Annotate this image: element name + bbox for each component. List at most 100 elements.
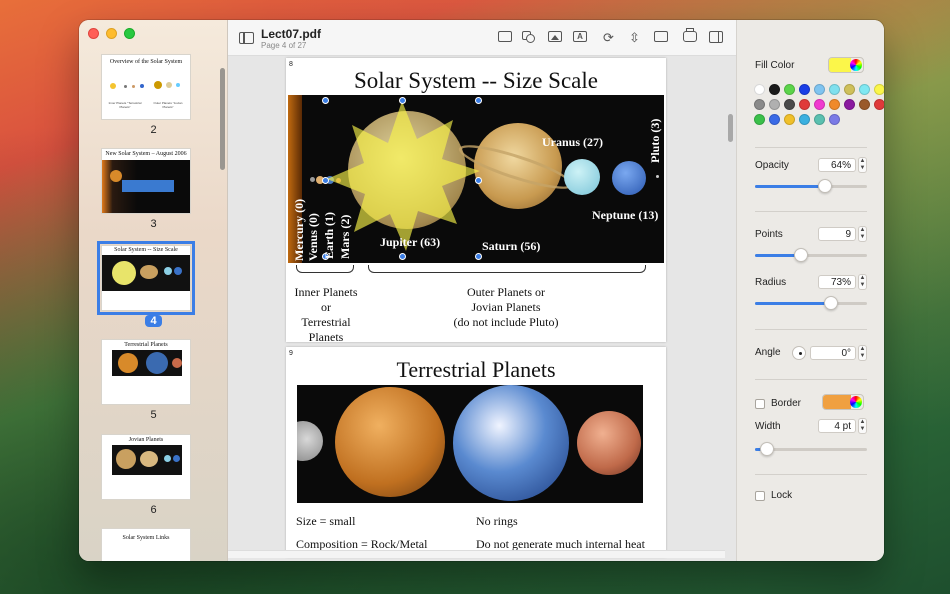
vertical-scrollbar[interactable] [728, 114, 733, 142]
radius-label: Radius [755, 277, 787, 288]
adjust-icon[interactable]: ⇳ [627, 31, 642, 44]
minimize-window-button[interactable] [106, 28, 117, 39]
gallery-icon[interactable] [654, 31, 668, 42]
color-swatch[interactable] [769, 99, 780, 110]
opacity-stepper[interactable]: ▲ ▼ [858, 157, 867, 173]
color-swatch[interactable] [859, 99, 870, 110]
shapes-icon[interactable] [521, 31, 536, 44]
selection-handle[interactable] [475, 177, 482, 184]
color-swatch[interactable] [844, 99, 855, 110]
thumbnail-number: 5 [150, 409, 157, 421]
color-swatch[interactable] [769, 114, 780, 125]
points-field[interactable]: 9 [818, 227, 856, 241]
thumbnail-title: Solar System Links [122, 535, 170, 541]
page-thumbnail-2[interactable]: Overview of the Solar System Inner Plane… [101, 54, 191, 120]
width-stepper[interactable]: ▲ ▼ [858, 418, 867, 434]
color-swatch[interactable] [784, 99, 795, 110]
divider [755, 329, 867, 330]
radius-stepper[interactable]: ▲ ▼ [858, 274, 867, 290]
page-number: 9 [289, 350, 293, 357]
color-swatch[interactable] [799, 99, 810, 110]
page-thumbnail-6[interactable]: Jovian Planets [101, 434, 191, 500]
divider [755, 211, 867, 212]
page-thumbnail-7[interactable]: Solar System Links [101, 528, 191, 561]
points-stepper[interactable]: ▲ ▼ [858, 226, 867, 242]
color-swatch[interactable] [859, 84, 870, 95]
document-canvas[interactable]: 8 Solar System -- Size Scale Uranus (27)… [228, 56, 736, 561]
color-swatch[interactable] [829, 84, 840, 95]
selection-handle[interactable] [399, 97, 406, 104]
slider-knob[interactable] [794, 248, 808, 262]
lock-checkbox[interactable] [755, 491, 765, 501]
page-thumbnail-4[interactable]: Solar System -- Size Scale [97, 241, 195, 315]
color-swatch[interactable] [769, 84, 780, 95]
thumbnail-title: Jovian Planets [128, 437, 164, 443]
angle-stepper[interactable]: ▲ ▼ [858, 345, 867, 361]
pdf-page-9[interactable]: 9 Terrestrial Planets Size = small No ri… [286, 347, 666, 557]
angle-field[interactable]: 0° [810, 346, 856, 360]
close-window-button[interactable] [88, 28, 99, 39]
color-swatch[interactable] [814, 84, 825, 95]
color-swatch[interactable] [784, 84, 795, 95]
color-swatch[interactable] [874, 84, 884, 95]
thumbnail-title: New Solar System – August 2006 [105, 151, 187, 157]
color-swatch[interactable] [829, 114, 840, 125]
sidebar-scrollbar[interactable] [220, 68, 225, 170]
sidebar-toggle-icon[interactable] [239, 32, 254, 44]
horizontal-scrollbar[interactable] [228, 550, 725, 558]
selection-handle[interactable] [322, 97, 329, 104]
color-swatch[interactable] [814, 114, 825, 125]
slider-knob[interactable] [818, 179, 832, 193]
outer-brace [368, 265, 646, 273]
page-thumbnail-3[interactable]: New Solar System – August 2006 [101, 148, 191, 214]
page-thumbnail-5[interactable]: Terrestrial Planets [101, 339, 191, 405]
print-icon[interactable] [683, 28, 697, 42]
border-color-well[interactable] [822, 394, 864, 410]
inspector-toggle-icon[interactable] [709, 31, 723, 43]
color-swatch[interactable] [754, 99, 765, 110]
earth-label: Earth (1) [322, 212, 336, 259]
row-1-left: Size = small [296, 514, 356, 528]
page-indicator: Page 4 of 27 [261, 41, 307, 50]
opacity-label: Opacity [755, 160, 789, 171]
color-swatch[interactable] [754, 84, 765, 95]
border-label: Border [771, 398, 802, 409]
selection-handle[interactable] [322, 177, 329, 184]
angle-dial[interactable] [792, 346, 806, 360]
slider-knob[interactable] [760, 442, 774, 456]
text-box-icon[interactable] [498, 31, 512, 42]
color-swatch[interactable] [814, 99, 825, 110]
points-slider[interactable] [755, 248, 867, 262]
slider-knob[interactable] [824, 296, 838, 310]
opacity-slider[interactable] [755, 179, 867, 193]
zoom-window-button[interactable] [124, 28, 135, 39]
slide-title: Terrestrial Planets [396, 357, 556, 382]
color-swatch[interactable] [784, 114, 795, 125]
opacity-field[interactable]: 64% [818, 158, 856, 172]
radius-slider[interactable] [755, 296, 867, 310]
selection-handle[interactable] [475, 97, 482, 104]
window-controls [88, 28, 135, 39]
color-swatch[interactable] [829, 99, 840, 110]
rotate-icon[interactable]: ⟳ [601, 31, 616, 44]
image-icon[interactable] [548, 31, 562, 42]
width-field[interactable]: 4 pt [818, 419, 856, 433]
selection-handle[interactable] [475, 253, 482, 260]
color-swatch[interactable] [874, 99, 884, 110]
width-slider[interactable] [755, 442, 867, 456]
color-swatch[interactable] [799, 84, 810, 95]
selection-handle[interactable] [399, 253, 406, 260]
mercury-label: Mercury (0) [292, 198, 306, 261]
color-swatch[interactable] [754, 114, 765, 125]
pdf-page-8[interactable]: 8 Solar System -- Size Scale Uranus (27)… [286, 58, 666, 344]
thumbnail-image [102, 255, 190, 291]
thumbnail-diagram [110, 77, 184, 95]
thumbnail-number: 6 [150, 504, 157, 516]
fill-color-well[interactable] [828, 57, 864, 73]
document-title: Lect07.pdf [261, 27, 322, 41]
text-field-icon[interactable]: A [573, 31, 587, 42]
border-checkbox[interactable] [755, 399, 765, 409]
color-swatch[interactable] [844, 84, 855, 95]
color-swatch[interactable] [799, 114, 810, 125]
radius-field[interactable]: 73% [818, 275, 856, 289]
